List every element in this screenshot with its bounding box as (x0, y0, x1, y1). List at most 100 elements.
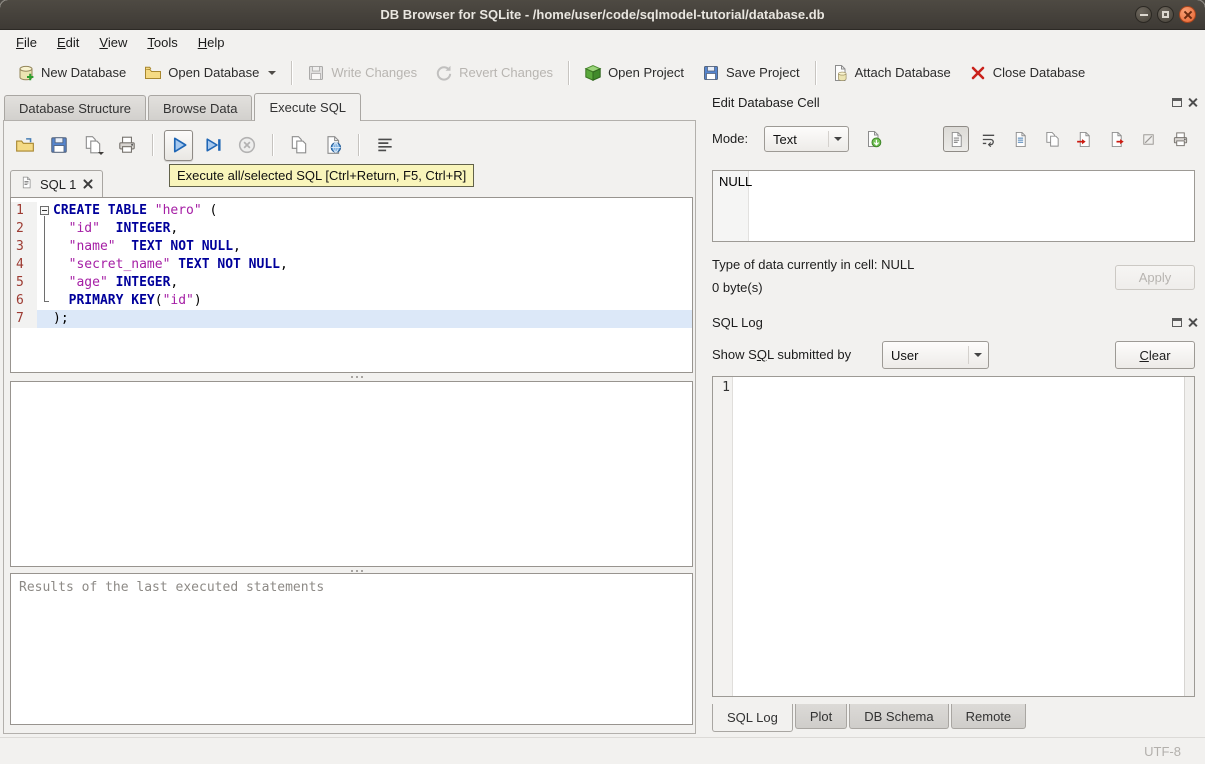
sql-log-view[interactable]: 1 (712, 376, 1195, 697)
log-line-number: 1 (722, 380, 730, 395)
execute-current-line-button[interactable] (198, 130, 227, 161)
splitter-handle[interactable] (10, 373, 693, 381)
new-database-button[interactable]: New Database (8, 59, 135, 87)
toolbar-button-label: Open Database (168, 65, 260, 80)
dock-tab-plot[interactable]: Plot (794, 704, 848, 729)
dock-tab-db-schema[interactable]: DB Schema (849, 704, 949, 729)
cell-value-editor[interactable]: NULL (712, 170, 1195, 242)
text-view-button[interactable] (943, 126, 969, 152)
open-project-button[interactable]: Open Project (575, 59, 693, 87)
close-database-button[interactable]: Close Database (960, 59, 1095, 87)
code-text: "secret_name" TEXT NOT NULL, (68, 257, 288, 272)
browse-results-button[interactable] (318, 130, 347, 161)
dock-controls (1172, 98, 1197, 107)
sql-document-tab[interactable]: SQL 1 (10, 170, 104, 197)
tab-execute-sql[interactable]: Execute SQL (254, 93, 362, 121)
editor-line-content: "age" INTEGER, (37, 274, 692, 292)
editor-line-content: CREATE TABLE "hero" ( (37, 202, 692, 220)
encoding-label: UTF-8 (1144, 744, 1181, 759)
copy-file-icon (291, 136, 306, 154)
attach-database-button[interactable]: Attach Database (822, 59, 960, 87)
import-file-icon (1076, 131, 1090, 147)
edit-cell-dock-header: Edit Database Cell (700, 93, 1205, 114)
sql-tab-label: SQL 1 (40, 176, 77, 192)
dock-tab-sql-log[interactable]: SQL Log (712, 704, 793, 732)
save-sql-file-as-button[interactable] (78, 130, 107, 161)
menu-edit[interactable]: Edit (47, 32, 89, 53)
log-scrollbar[interactable] (1184, 377, 1194, 696)
clear-button[interactable]: Clear (1115, 341, 1195, 369)
minimize-button[interactable] (1135, 6, 1152, 23)
print-cell-button[interactable] (1167, 126, 1193, 152)
tab-database-structure[interactable]: Database Structure (4, 95, 147, 120)
editor-line: 5 "age" INTEGER, (11, 274, 692, 292)
close-tab-icon[interactable] (83, 179, 93, 189)
editor-line: 4 "secret_name" TEXT NOT NULL, (11, 256, 692, 274)
stop-execution-button (232, 130, 261, 161)
close-dock-icon[interactable] (1188, 318, 1197, 327)
import-from-file-button[interactable] (1071, 126, 1097, 152)
set-null-button[interactable] (1135, 126, 1161, 152)
mode-combobox[interactable]: Text (764, 126, 849, 152)
toolbar-separator (272, 134, 273, 156)
app-window: DB Browser for SQLite - /home/user/code/… (0, 0, 1205, 764)
float-dock-icon[interactable] (1172, 318, 1182, 327)
save-sql-file-button[interactable] (44, 130, 73, 161)
execute-all-button[interactable] (164, 129, 193, 161)
menu-view[interactable]: View (89, 32, 137, 53)
titlebar[interactable]: DB Browser for SQLite - /home/user/code/… (0, 0, 1205, 30)
export-to-file-button[interactable] (1103, 126, 1129, 152)
open-database-button[interactable]: Open Database (135, 59, 285, 87)
dropdown-caret-icon[interactable] (98, 151, 104, 158)
write-changes-button: Write Changes (298, 59, 426, 87)
close-button[interactable] (1179, 6, 1196, 23)
menu-help[interactable]: Help (188, 32, 235, 53)
menu-file[interactable]: File (6, 32, 47, 53)
open-in-editor-button[interactable] (1007, 126, 1033, 152)
open-file-icon (15, 138, 34, 152)
dock-tab-remote[interactable]: Remote (950, 704, 1027, 729)
cell-action-icons (943, 126, 1193, 152)
tab-browse-data[interactable]: Browse Data (148, 95, 253, 120)
print-button[interactable] (112, 130, 141, 161)
float-dock-icon[interactable] (1172, 98, 1182, 107)
status-bar: UTF-8 (0, 737, 1205, 764)
editor-line: 1 CREATE TABLE "hero" ( (11, 202, 692, 220)
toolbar-separator (814, 60, 816, 85)
splitter-dots-icon (350, 570, 353, 572)
submitter-combobox[interactable]: User (882, 341, 989, 369)
toolbar-button-label: Save Project (725, 65, 800, 80)
menu-tools[interactable]: Tools (137, 32, 187, 53)
apply-button: Apply (1115, 265, 1195, 290)
results-grid[interactable] (10, 381, 693, 567)
blue-doc-icon (1015, 131, 1026, 147)
cell-value: NULL (719, 174, 753, 189)
dropdown-caret-icon[interactable] (268, 70, 277, 79)
auto-adjust-mode-button[interactable] (858, 125, 888, 153)
copy-cell-button[interactable] (1039, 126, 1065, 152)
sql-editor[interactable]: 1 CREATE TABLE "hero" (2 "id" INTEGER, 3 "… (10, 197, 693, 373)
minimize-icon (1139, 13, 1148, 16)
line-number: 7 (11, 310, 37, 328)
editor-line: 3 "name" TEXT NOT NULL, (11, 238, 692, 256)
export-results-button[interactable] (284, 130, 313, 161)
toolbar-button-label: Write Changes (331, 65, 418, 80)
maximize-button[interactable] (1157, 6, 1174, 23)
word-wrap-button[interactable] (975, 126, 1001, 152)
printer-icon (118, 136, 135, 153)
editor-line: 7); (11, 310, 692, 328)
editor-line: 6 PRIMARY KEY("id") (11, 292, 692, 310)
save-project-button[interactable]: Save Project (693, 59, 809, 87)
toolbar-separator (291, 60, 293, 85)
open-sql-file-button[interactable] (10, 130, 39, 161)
main-toolbar: New Database Open Database Write Changes Re… (0, 54, 1205, 91)
editor-line-content: "id" INTEGER, (37, 220, 692, 238)
close-dock-icon[interactable] (1188, 98, 1197, 107)
export-file-icon (1111, 131, 1124, 147)
auto-format-sql-button[interactable] (370, 130, 399, 161)
line-number: 3 (11, 238, 37, 256)
editor-line-content: "secret_name" TEXT NOT NULL, (37, 256, 692, 274)
left-panel: Database Structure Browse Data Execute SQL… (0, 91, 700, 737)
fold-margin[interactable] (37, 202, 53, 220)
fold-collapse-icon[interactable] (40, 206, 49, 215)
